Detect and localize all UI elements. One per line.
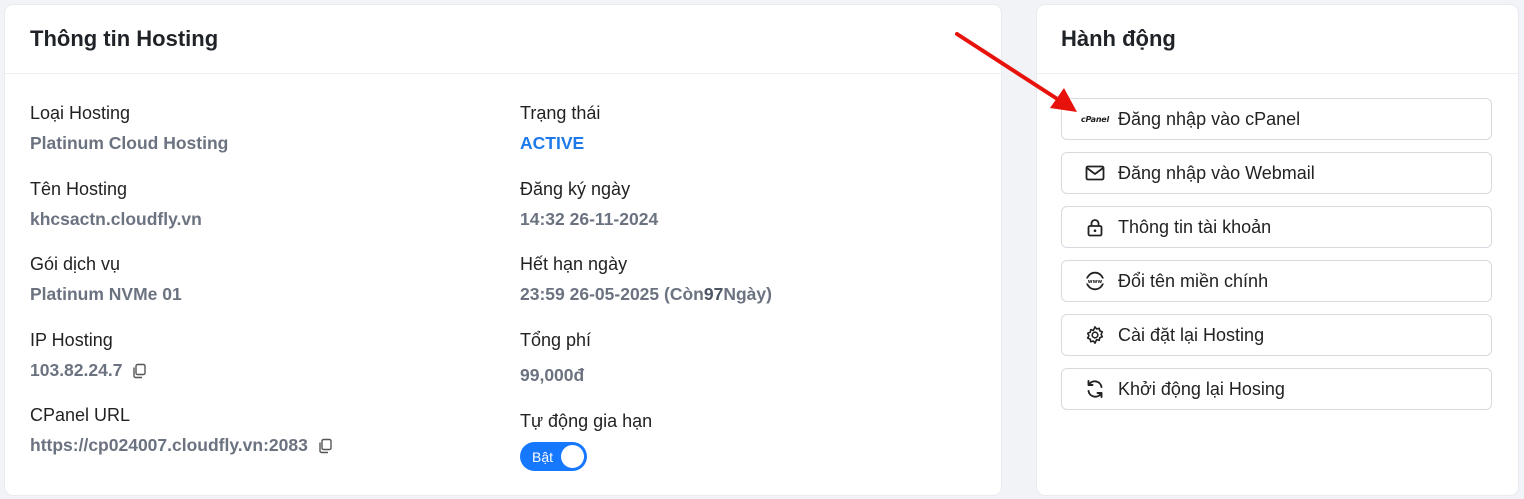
refresh-icon — [1082, 379, 1108, 399]
copy-icon[interactable] — [131, 362, 147, 379]
status-field: Trạng thái ACTIVE — [520, 102, 600, 154]
account-info-label: Thông tin tài khoản — [1118, 216, 1272, 237]
auto-renew-label: Tự động gia hạn — [520, 411, 653, 431]
webmail-login-button[interactable]: Đăng nhập vào Webmail — [1061, 152, 1492, 194]
hosting-name-value: khcsactn.cloudfly.vn — [30, 209, 202, 229]
expires-label: Hết hạn ngày — [520, 254, 628, 274]
webmail-login-label: Đăng nhập vào Webmail — [1118, 162, 1315, 183]
registered-field: Đăng ký ngày 14:32 26-11-2024 — [520, 178, 658, 230]
hosting-type-field: Loại Hosting Platinum Cloud Hosting — [30, 102, 228, 154]
copy-icon[interactable] — [317, 437, 333, 454]
total-fee-label: Tổng phí — [520, 330, 592, 350]
cpanel-url-row: https://cp024007.cloudfly.vn:2083 — [30, 434, 333, 456]
mail-icon — [1082, 165, 1108, 181]
status-value: ACTIVE — [520, 133, 585, 153]
reinstall-hosting-button[interactable]: Cài đặt lại Hosting — [1061, 314, 1492, 356]
hosting-info-card: Thông tin Hosting Loại Hosting Platinum … — [5, 5, 1001, 495]
account-info-button[interactable]: Thông tin tài khoản — [1061, 206, 1492, 248]
hosting-name-label: Tên Hosting — [30, 179, 128, 199]
toggle-label: Bật — [532, 448, 554, 465]
cpanel-url-field: CPanel URL https://cp024007.cloudfly.vn:… — [30, 404, 333, 456]
cpanel-login-button[interactable]: cPanel Đăng nhập vào cPanel — [1061, 98, 1492, 140]
hosting-name-field: Tên Hosting khcsactn.cloudfly.vn — [30, 178, 202, 230]
cpanel-url-value: https://cp024007.cloudfly.vn:2083 — [30, 435, 308, 455]
ip-hosting-value: 103.82.24.7 — [30, 360, 123, 380]
service-package-field: Gói dịch vụ Platinum NVMe 01 — [30, 253, 182, 305]
expires-field: Hết hạn ngày 23:59 26-05-2025 (Còn 97 Ng… — [520, 253, 772, 305]
remaining-suffix: Ngày) — [723, 284, 772, 304]
hosting-info-title: Thông tin Hosting — [5, 5, 1001, 74]
auto-renew-toggle[interactable]: Bật — [520, 442, 587, 471]
change-domain-button[interactable]: www Đổi tên miền chính — [1061, 260, 1492, 302]
change-domain-label: Đổi tên miền chính — [1118, 270, 1269, 291]
svg-text:www: www — [1088, 279, 1103, 285]
reinstall-hosting-label: Cài đặt lại Hosting — [1118, 324, 1265, 345]
remaining-days: 97 — [703, 284, 724, 304]
expires-row: 23:59 26-05-2025 (Còn 97 Ngày) — [520, 283, 772, 305]
status-label: Trạng thái — [520, 103, 601, 123]
annotation-arrow — [955, 32, 1077, 112]
service-package-value: Platinum NVMe 01 — [30, 284, 182, 304]
toggle-knob — [561, 445, 584, 468]
registered-value: 14:32 26-11-2024 — [520, 209, 659, 229]
expires-value: 23:59 26-05-2025 — [520, 284, 660, 304]
hosting-type-label: Loại Hosting — [30, 103, 131, 123]
remaining-prefix: (Còn — [664, 284, 704, 304]
restart-hosting-button[interactable]: Khởi động lại Hosing — [1061, 368, 1492, 410]
hosting-type-value: Platinum Cloud Hosting — [30, 133, 229, 153]
ip-hosting-field: IP Hosting 103.82.24.7 — [30, 329, 147, 381]
gear-icon — [1082, 325, 1108, 345]
service-package-label: Gói dịch vụ — [30, 254, 121, 274]
total-fee-field: Tổng phí 99,000đ — [520, 329, 591, 386]
restart-hosting-label: Khởi động lại Hosing — [1118, 378, 1285, 399]
www-globe-icon: www — [1082, 271, 1108, 291]
lock-icon — [1082, 218, 1108, 237]
auto-renew-field: Tự động gia hạn Bật — [520, 410, 652, 471]
cpanel-url-label: CPanel URL — [30, 405, 131, 425]
registered-label: Đăng ký ngày — [520, 179, 631, 199]
total-fee-value: 99,000đ — [520, 365, 585, 385]
actions-card: Hành động cPanel Đăng nhập vào cPanel Đă… — [1037, 5, 1518, 495]
ip-hosting-row: 103.82.24.7 — [30, 359, 147, 381]
cpanel-login-label: Đăng nhập vào cPanel — [1118, 108, 1301, 129]
actions-title: Hành động — [1037, 5, 1518, 74]
ip-hosting-label: IP Hosting — [30, 330, 113, 350]
